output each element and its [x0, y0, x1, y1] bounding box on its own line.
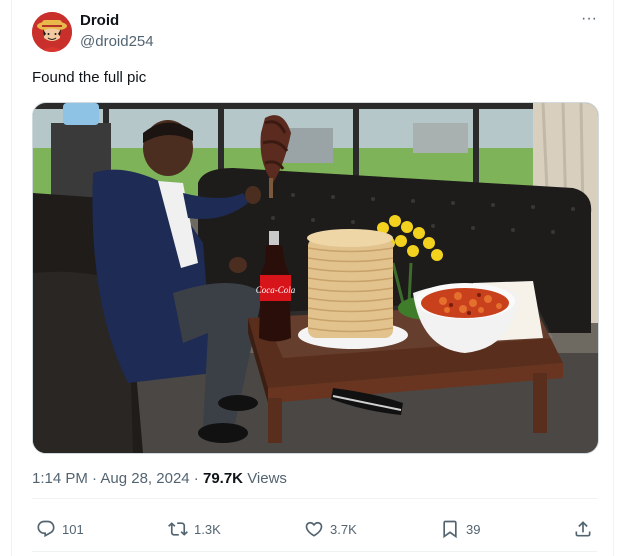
actions-divider	[32, 551, 597, 552]
bottle-label: Coca-Cola	[256, 285, 296, 295]
share-button[interactable]	[573, 514, 593, 544]
meta-separator: ·	[189, 470, 203, 487]
bookmark-count: 39	[466, 521, 481, 537]
timeline-border-right	[613, 0, 614, 556]
views-label: Views	[247, 470, 287, 487]
reply-count: 101	[62, 521, 84, 537]
meta-separator: ·	[87, 470, 101, 487]
like-button[interactable]: 3.7K	[304, 514, 357, 544]
retweet-icon	[168, 522, 188, 536]
bookmark-icon	[443, 520, 457, 539]
author-handle[interactable]: @droid254	[80, 33, 154, 50]
reply-button[interactable]: 101	[36, 514, 84, 544]
avatar[interactable]	[32, 12, 72, 52]
retweet-button[interactable]: 1.3K	[168, 514, 221, 544]
retweet-count: 1.3K	[194, 521, 221, 537]
like-count: 3.7K	[330, 521, 357, 537]
share-icon	[575, 521, 591, 537]
tweet-date[interactable]: Aug 28, 2024	[100, 470, 189, 487]
tweet-media-image[interactable]: Coca-Cola	[32, 102, 599, 454]
tweet-meta: 1:14 PM · Aug 28, 2024 · 79.7K Views	[32, 470, 287, 487]
bookmark-button[interactable]: 39	[440, 514, 480, 544]
author-name[interactable]: Droid	[80, 12, 119, 29]
meta-divider	[32, 498, 597, 499]
timeline-border-left	[11, 0, 12, 556]
reply-icon	[37, 520, 55, 538]
tweet-time[interactable]: 1:14 PM	[32, 470, 88, 487]
more-horizontal-icon: ···	[581, 10, 597, 27]
more-options-button[interactable]: ···	[576, 10, 602, 32]
views-count: 79.7K	[202, 470, 244, 487]
tweet-card: Droid @droid254 ··· Found the full pic C…	[0, 0, 627, 556]
tweet-text: Found the full pic	[32, 69, 147, 86]
heart-icon	[305, 521, 323, 537]
